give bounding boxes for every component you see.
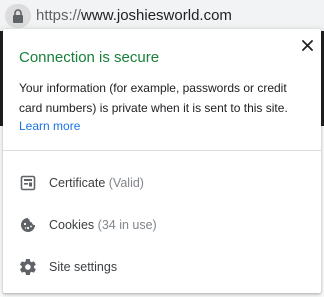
learn-more-link[interactable]: Learn more [19, 118, 80, 134]
connection-status-title: Connection is secure [19, 49, 160, 66]
url-host: www.joshiesworld.com [81, 7, 232, 24]
certificate-row[interactable]: Certificate (Valid) [3, 165, 321, 201]
close-icon [301, 39, 313, 51]
page: https://www.joshiesworld.com Connection … [0, 0, 324, 297]
site-info-button[interactable] [5, 4, 31, 28]
connection-description: Your information (for example, passwords… [19, 81, 288, 115]
cookie-icon [21, 218, 35, 232]
address-bar[interactable]: https://www.joshiesworld.com [0, 0, 324, 31]
certificate-label: Certificate (Valid) [49, 175, 144, 191]
divider [3, 150, 321, 151]
url-text[interactable]: https://www.joshiesworld.com [36, 6, 232, 26]
cookies-label: Cookies (34 in use) [49, 217, 157, 233]
certificate-text: Certificate [49, 176, 106, 190]
gear-icon [20, 259, 36, 275]
cookies-row[interactable]: Cookies (34 in use) [3, 207, 321, 243]
certificate-status: (Valid) [108, 176, 144, 190]
certificate-icon [20, 175, 36, 191]
close-button[interactable] [299, 37, 315, 53]
cookies-text: Cookies [49, 218, 95, 232]
cookies-count: (34 in use) [97, 218, 157, 232]
site-settings-row[interactable]: Site settings [3, 249, 321, 285]
site-settings-label: Site settings [49, 260, 118, 274]
lock-icon [13, 9, 23, 23]
url-scheme: https:// [36, 7, 82, 24]
site-info-popup: Connection is secure Your information (f… [3, 29, 321, 293]
